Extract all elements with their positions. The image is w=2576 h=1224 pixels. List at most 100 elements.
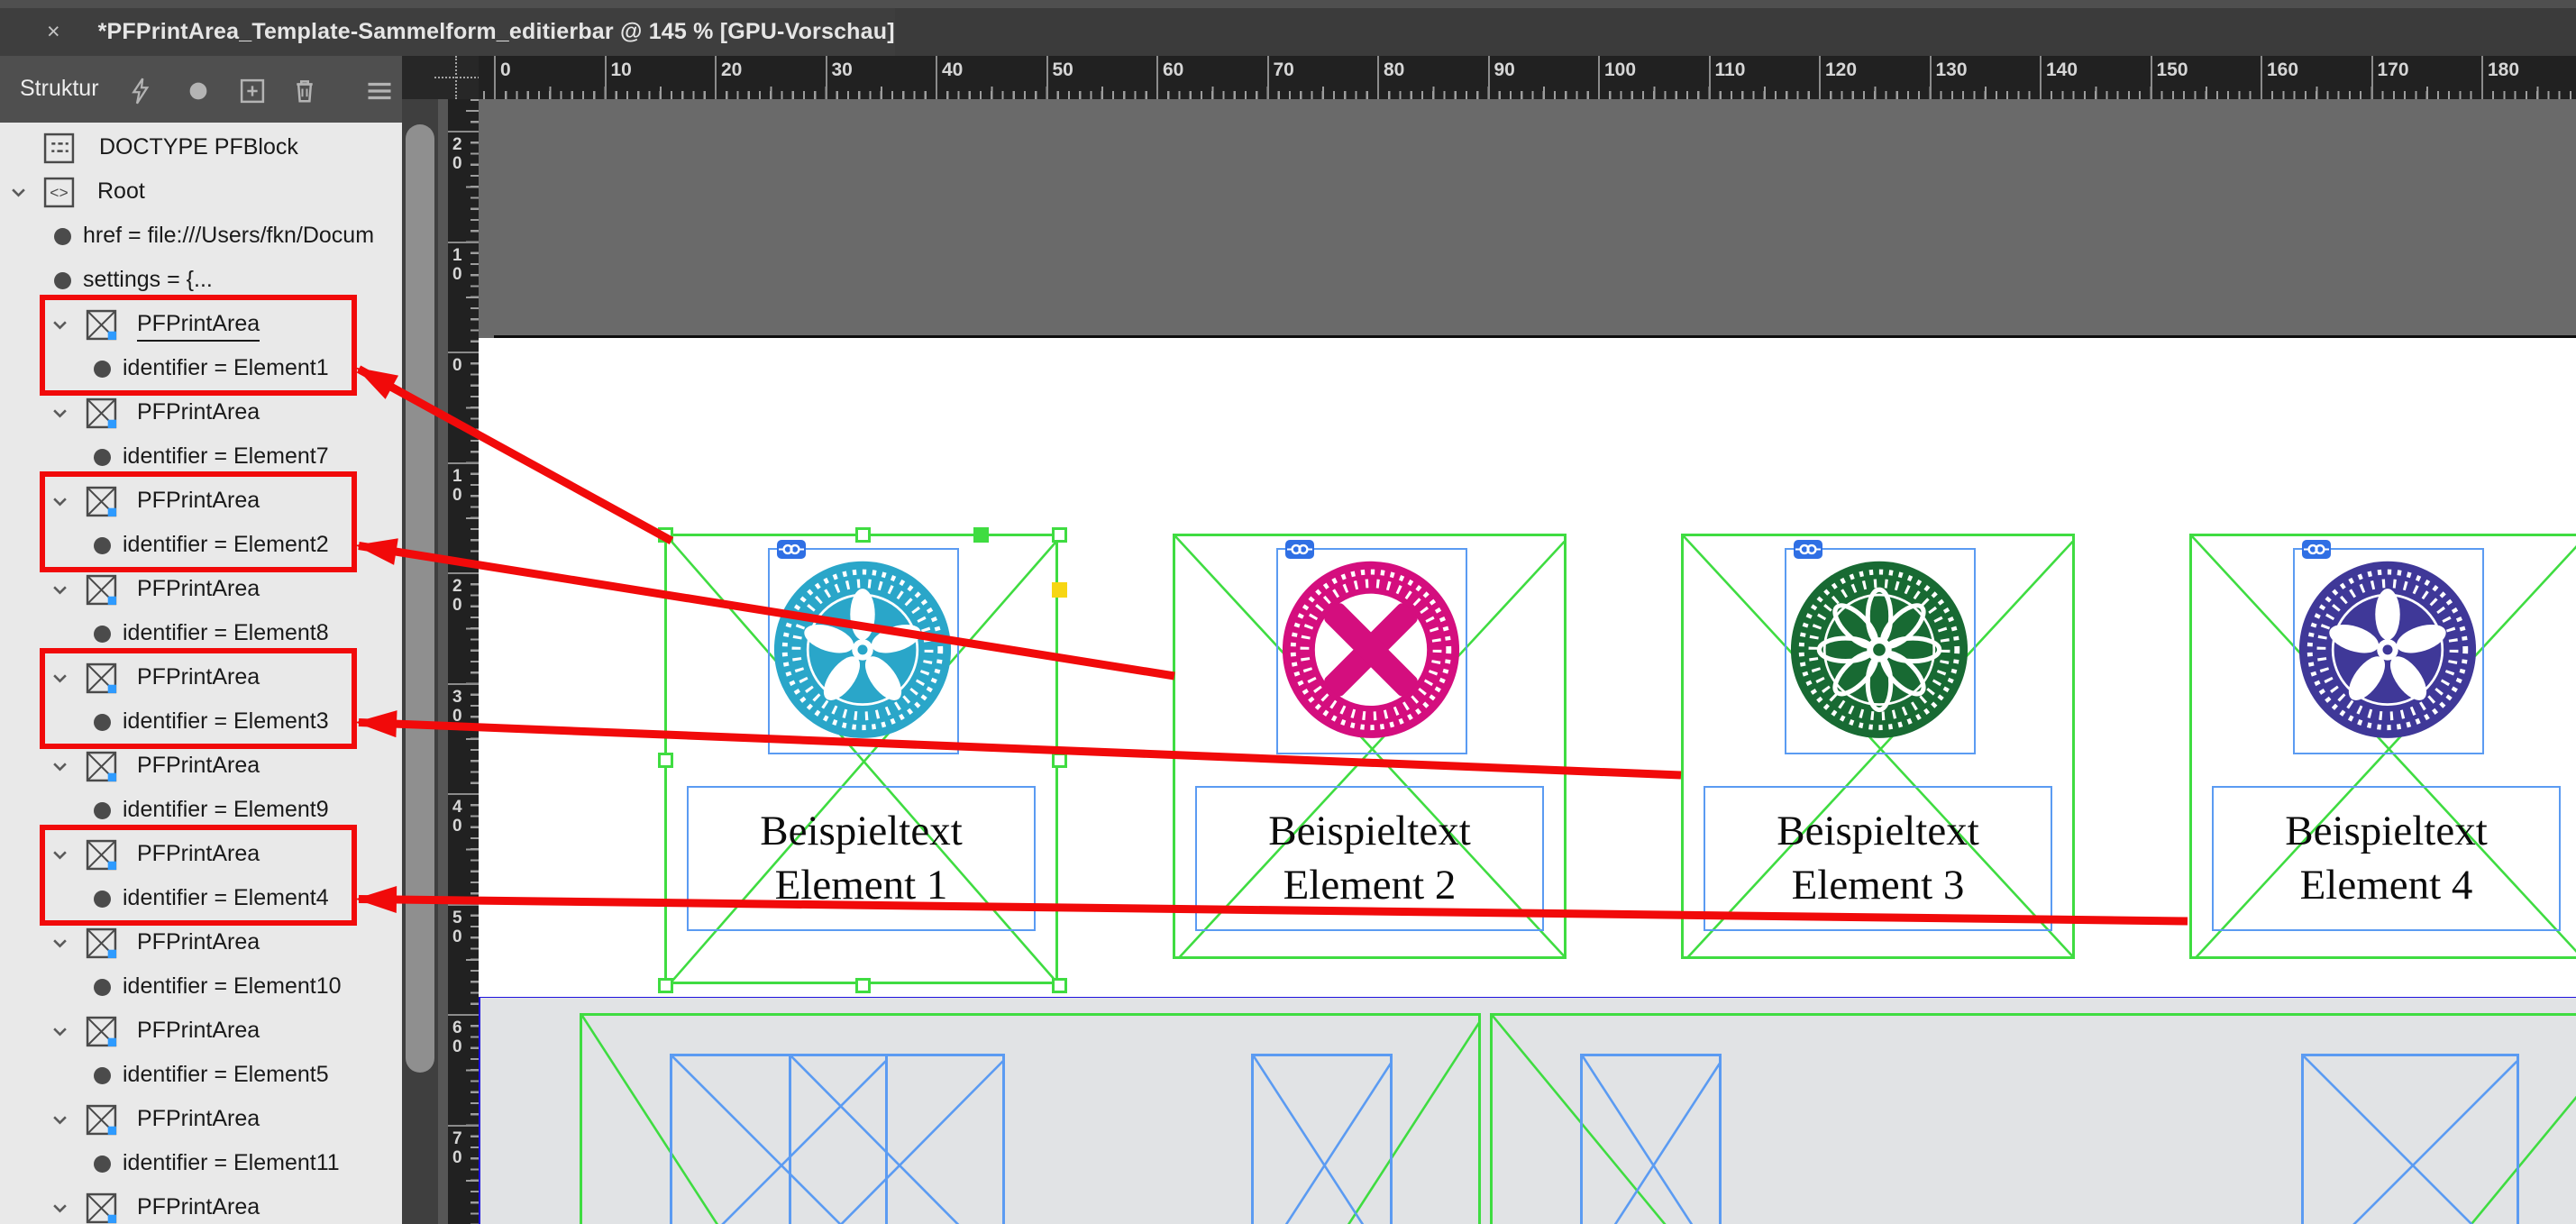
tree-node-label: PFPrintArea [137,841,260,867]
vertical-ruler[interactable]: 2010010203040506070 [448,99,480,1224]
chevron-down-icon[interactable] [52,672,68,684]
tree-row-href-file-users-fkn-docum[interactable]: href = file:///Users/fkn/Docum [0,215,402,259]
tree-row-identifier-element2[interactable]: identifier = Element2 [0,524,402,568]
selection-handle[interactable] [1052,527,1067,543]
chevron-down-icon[interactable] [52,1026,68,1037]
print-area-frame-Element1[interactable]: BeispieltextElement 1 [664,534,1058,984]
structure-panel-scrollbar[interactable] [402,99,438,1224]
chevron-down-icon[interactable] [11,187,26,198]
image-frame-Element2[interactable] [1276,548,1467,754]
tree-row-pfprintarea[interactable]: PFPrintArea [0,391,402,435]
ruler-origin-corner[interactable] [402,56,479,99]
print-area-frame-Element3[interactable]: BeispieltextElement 3 [1681,534,2075,959]
structure-tree-panel[interactable]: DOCTYPE PFBlock<>Roothref = file:///User… [0,123,402,1224]
document-canvas[interactable]: BeispieltextElement 1 BeispieltextElement… [479,99,2576,1224]
chevron-down-icon[interactable] [52,1202,68,1214]
bottom-content-frame-4[interactable] [1580,1054,1722,1224]
sample-text-line2: Element 1 [689,858,1034,912]
tree-row-pfprintarea[interactable]: PFPrintArea [0,1186,402,1224]
tree-row-pfprintarea[interactable]: PFPrintArea [0,656,402,700]
document-tab-bar: × *PFPrintArea_Template-Sammelform_editi… [0,8,2576,57]
horizontal-ruler-tick-10 [605,56,607,99]
tree-row-pfprintarea[interactable]: PFPrintArea [0,833,402,877]
second-row-group[interactable] [479,997,2576,1224]
delete-icon[interactable] [289,78,320,105]
panel-canvas-divider[interactable] [438,99,448,1224]
record-icon[interactable] [183,78,214,105]
tree-attribute-label: identifier = Element11 [123,1150,340,1176]
empty-frame-x-icon [791,1056,1002,1224]
linked-file-badge[interactable] [1285,540,1314,559]
horizontal-ruler-tick-140 [2040,56,2042,99]
image-frame-Element1[interactable] [768,548,959,754]
text-frame-Element3[interactable]: BeispieltextElement 3 [1704,786,2052,931]
text-frame-Element1[interactable]: BeispieltextElement 1 [687,786,1036,931]
tree-row-pfprintarea[interactable]: PFPrintArea [0,568,402,612]
lightning-icon[interactable] [126,78,157,105]
tree-row-pfprintarea[interactable]: PFPrintArea [0,1009,402,1054]
chevron-down-icon[interactable] [52,849,68,861]
tree-row-identifier-element1[interactable]: identifier = Element1 [0,347,402,391]
selection-handle[interactable] [658,527,673,543]
vertical-ruler-label: 20 [452,577,474,615]
tree-row-pfprintarea[interactable]: PFPrintArea [0,921,402,965]
tab-close-icon[interactable]: × [47,19,60,45]
chevron-down-icon[interactable] [52,584,68,596]
tree-row-identifier-element4[interactable]: identifier = Element4 [0,877,402,921]
svg-text:<>: <> [50,184,68,202]
panel-menu-icon[interactable] [364,78,395,105]
horizontal-ruler[interactable]: 0102030405060708090100110120130140150160… [479,56,2576,101]
chevron-down-icon[interactable] [52,496,68,507]
add-element-icon[interactable] [237,78,268,105]
horizontal-ruler-label: 100 [1604,59,1636,81]
chevron-down-icon[interactable] [52,761,68,772]
tree-row-pfprintarea[interactable]: PFPrintArea [0,480,402,524]
tree-row-root[interactable]: <>Root [0,170,402,215]
print-area-frame-Element4[interactable]: BeispieltextElement 4 [2189,534,2576,959]
tree-row-identifier-element9[interactable]: identifier = Element9 [0,789,402,833]
selection-handle[interactable] [658,978,673,993]
bottom-content-frame-5[interactable] [2301,1054,2519,1224]
tree-row-identifier-element7[interactable]: identifier = Element7 [0,435,402,480]
tree-node-label: PFPrintArea [137,576,260,602]
chevron-down-icon[interactable] [52,937,68,949]
selection-handle[interactable] [855,527,871,543]
tree-row-identifier-element10[interactable]: identifier = Element10 [0,965,402,1009]
tree-row-identifier-element5[interactable]: identifier = Element5 [0,1054,402,1098]
graphic-frame-icon [86,751,117,782]
tree-row-pfprintarea[interactable]: PFPrintArea [0,744,402,789]
tree-row-identifier-element11[interactable]: identifier = Element11 [0,1142,402,1186]
chevron-down-icon[interactable] [52,407,68,419]
bottom-content-frame-3[interactable] [1251,1054,1393,1224]
selection-handle[interactable] [855,978,871,993]
text-frame-Element2[interactable]: BeispieltextElement 2 [1195,786,1544,931]
attribute-bullet-icon [94,1155,111,1173]
vertical-ruler-label: 60 [452,1018,474,1056]
horizontal-ruler-tick-80 [1377,56,1379,99]
print-area-frame-Element2[interactable]: BeispieltextElement 2 [1173,534,1567,959]
selection-handle[interactable] [1052,753,1067,768]
image-frame-Element4[interactable] [2293,548,2484,754]
text-frame-Element4[interactable]: BeispieltextElement 4 [2212,786,2561,931]
selection-reference-handle[interactable] [973,527,989,543]
linked-file-badge[interactable] [777,540,806,559]
tree-row-doctype-pfblock[interactable]: DOCTYPE PFBlock [0,126,402,170]
tree-row-pfprintarea[interactable]: PFPrintArea [0,1098,402,1142]
tree-row-settings-[interactable]: settings = {... [0,259,402,303]
empty-frame-x-icon [2304,1056,2517,1224]
linked-file-badge[interactable] [2302,540,2331,559]
selection-handle[interactable] [658,753,673,768]
bottom-content-frame-2[interactable] [789,1054,1005,1224]
document-tab[interactable]: × *PFPrintArea_Template-Sammelform_editi… [0,8,895,56]
linked-file-badge[interactable] [1794,540,1822,559]
tree-row-identifier-element8[interactable]: identifier = Element8 [0,612,402,656]
image-frame-Element3[interactable] [1785,548,1976,754]
live-corner-handle[interactable] [1052,582,1067,598]
scrollbar-thumb[interactable] [406,124,434,1073]
chevron-down-icon[interactable] [52,319,68,331]
tree-row-pfprintarea[interactable]: PFPrintArea [0,303,402,347]
tree-row-identifier-element3[interactable]: identifier = Element3 [0,700,402,744]
window-title-strip [0,0,2576,8]
chevron-down-icon[interactable] [52,1114,68,1126]
selection-handle[interactable] [1052,978,1067,993]
